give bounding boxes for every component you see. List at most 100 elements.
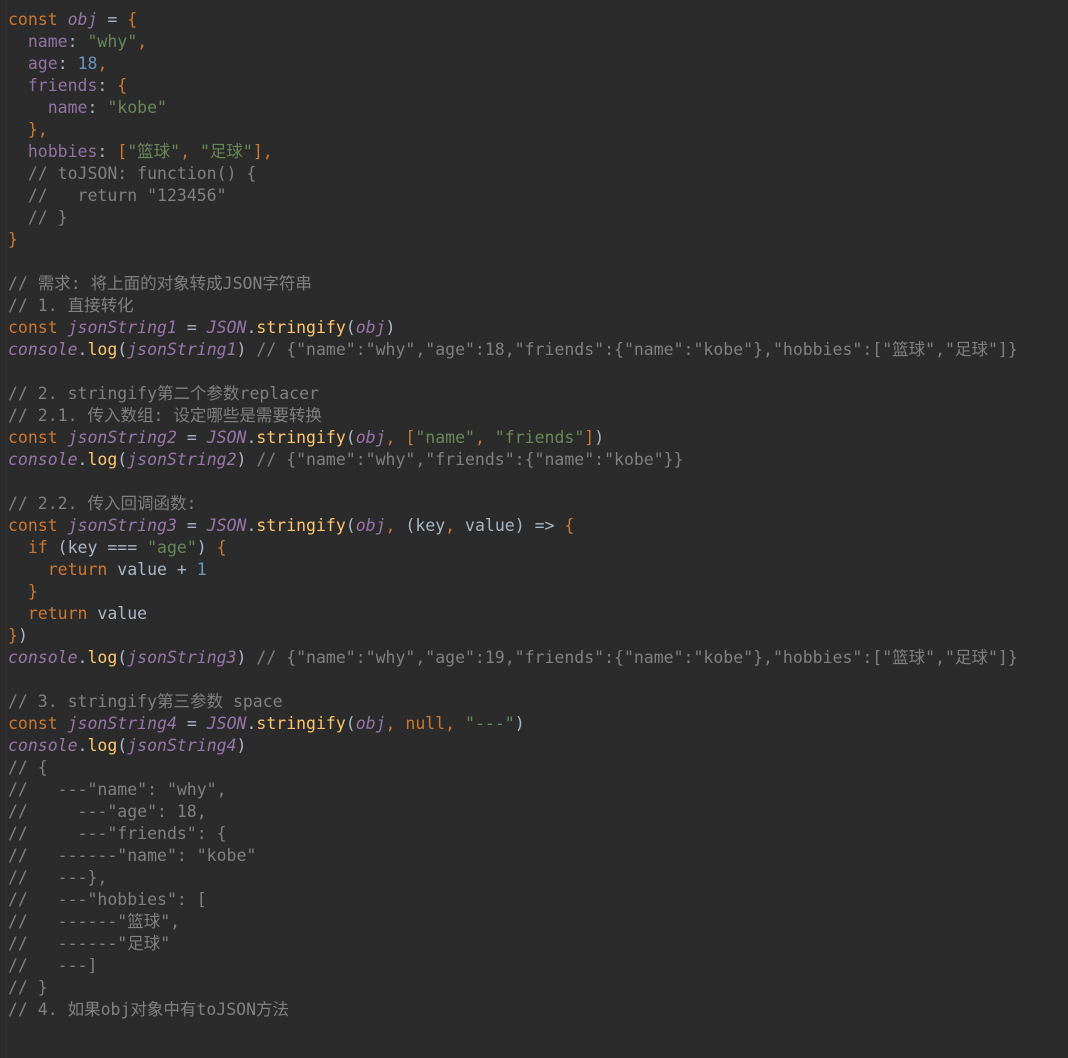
- token-func: stringify: [256, 516, 346, 535]
- code-line[interactable]: // 2.1. 传入数组: 设定哪些是需要转换: [8, 405, 1068, 427]
- code-line[interactable]: [8, 251, 1068, 273]
- token-ident: obj: [355, 428, 386, 447]
- token-keyword: if: [27, 538, 48, 557]
- code-line[interactable]: // 需求: 将上面的对象转成JSON字符串: [8, 273, 1068, 295]
- token-op: +: [176, 560, 187, 579]
- token-ident: console: [8, 736, 78, 755]
- code-line[interactable]: // ---]: [8, 955, 1068, 977]
- code-line[interactable]: const jsonString3 = JSON.stringify(obj, …: [8, 515, 1068, 537]
- code-line[interactable]: // ---"age": 18,: [8, 801, 1068, 823]
- token-prop: name: [47, 98, 88, 117]
- code-editor[interactable]: const obj = { name: "why", age: 18, frie…: [0, 0, 1068, 1058]
- token-comma: ,: [474, 428, 485, 447]
- token-ident: jsonString3: [67, 516, 177, 535]
- token-ident: jsonString3: [127, 648, 237, 667]
- token-comment: // {"name":"why","age":19,"friends":{"na…: [256, 648, 1018, 667]
- token-comment: // ---"friends": {: [8, 824, 227, 843]
- code-line[interactable]: const jsonString4 = JSON.stringify(obj, …: [8, 713, 1068, 735]
- code-line[interactable]: // ------"篮球",: [8, 911, 1068, 933]
- token-param: value: [97, 604, 148, 623]
- token-punct: .: [246, 318, 257, 337]
- code-line[interactable]: // ---"name": "why",: [8, 779, 1068, 801]
- code-line[interactable]: // ---"hobbies": [: [8, 889, 1068, 911]
- token-brace: {: [564, 516, 575, 535]
- code-line[interactable]: friends: {: [8, 75, 1068, 97]
- code-line[interactable]: hobbies: ["篮球", "足球"],: [8, 141, 1068, 163]
- token-brace: }: [27, 120, 38, 139]
- code-line[interactable]: // return "123456": [8, 185, 1068, 207]
- token-keyword: const: [8, 428, 58, 447]
- code-line[interactable]: // toJSON: function() {: [8, 163, 1068, 185]
- token-keyword: return: [47, 560, 108, 579]
- code-line[interactable]: console.log(jsonString3) // {"name":"why…: [8, 647, 1068, 669]
- code-line[interactable]: name: "why",: [8, 31, 1068, 53]
- code-line[interactable]: // }: [8, 207, 1068, 229]
- code-line[interactable]: console.log(jsonString1) // {"name":"why…: [8, 339, 1068, 361]
- code-line[interactable]: name: "kobe": [8, 97, 1068, 119]
- token-comment: // 2.1. 传入数组: 设定哪些是需要转换: [8, 406, 322, 425]
- code-line[interactable]: const jsonString2 = JSON.stringify(obj, …: [8, 427, 1068, 449]
- code-line[interactable]: [8, 669, 1068, 691]
- token-punct: .: [77, 340, 88, 359]
- code-line[interactable]: [8, 1021, 1068, 1043]
- code-line[interactable]: // {: [8, 757, 1068, 779]
- token-comment: // 3. stringify第三参数 space: [8, 692, 283, 711]
- code-line[interactable]: // 3. stringify第三参数 space: [8, 691, 1068, 713]
- code-line[interactable]: // 2. stringify第二个参数replacer: [8, 383, 1068, 405]
- code-line[interactable]: },: [8, 119, 1068, 141]
- token-punct: (: [345, 318, 356, 337]
- code-line[interactable]: return value: [8, 603, 1068, 625]
- code-line[interactable]: // ---"friends": {: [8, 823, 1068, 845]
- token-comment: // return "123456": [27, 186, 227, 205]
- code-line[interactable]: // }: [8, 977, 1068, 999]
- token-comment: // ---"hobbies": [: [8, 890, 207, 909]
- token-comma: ,: [385, 428, 396, 447]
- code-line[interactable]: const obj = {: [8, 9, 1068, 31]
- code-line[interactable]: }: [8, 581, 1068, 603]
- code-line[interactable]: // ---},: [8, 867, 1068, 889]
- code-line[interactable]: return value + 1: [8, 559, 1068, 581]
- code-line[interactable]: console.log(jsonString4): [8, 735, 1068, 757]
- code-line[interactable]: const jsonString1 = JSON.stringify(obj): [8, 317, 1068, 339]
- token-param: value: [465, 516, 515, 535]
- code-content[interactable]: const obj = { name: "why", age: 18, frie…: [0, 0, 1068, 1043]
- token-prop: friends: [27, 76, 98, 95]
- token-punct: ): [385, 318, 396, 337]
- code-line[interactable]: }: [8, 229, 1068, 251]
- code-line[interactable]: // 4. 如果obj对象中有toJSON方法: [8, 999, 1068, 1021]
- code-line[interactable]: if (key === "age") {: [8, 537, 1068, 559]
- code-line[interactable]: // ------"足球": [8, 933, 1068, 955]
- token-ident: JSON: [206, 318, 247, 337]
- token-punct: (: [117, 736, 128, 755]
- code-line[interactable]: }): [8, 625, 1068, 647]
- code-line[interactable]: // 2.2. 传入回调函数:: [8, 493, 1068, 515]
- code-line[interactable]: age: 18,: [8, 53, 1068, 75]
- code-line[interactable]: [8, 361, 1068, 383]
- code-line[interactable]: [8, 471, 1068, 493]
- code-line[interactable]: console.log(jsonString2) // {"name":"why…: [8, 449, 1068, 471]
- code-line[interactable]: // ------"name": "kobe": [8, 845, 1068, 867]
- code-line[interactable]: // 1. 直接转化: [8, 295, 1068, 317]
